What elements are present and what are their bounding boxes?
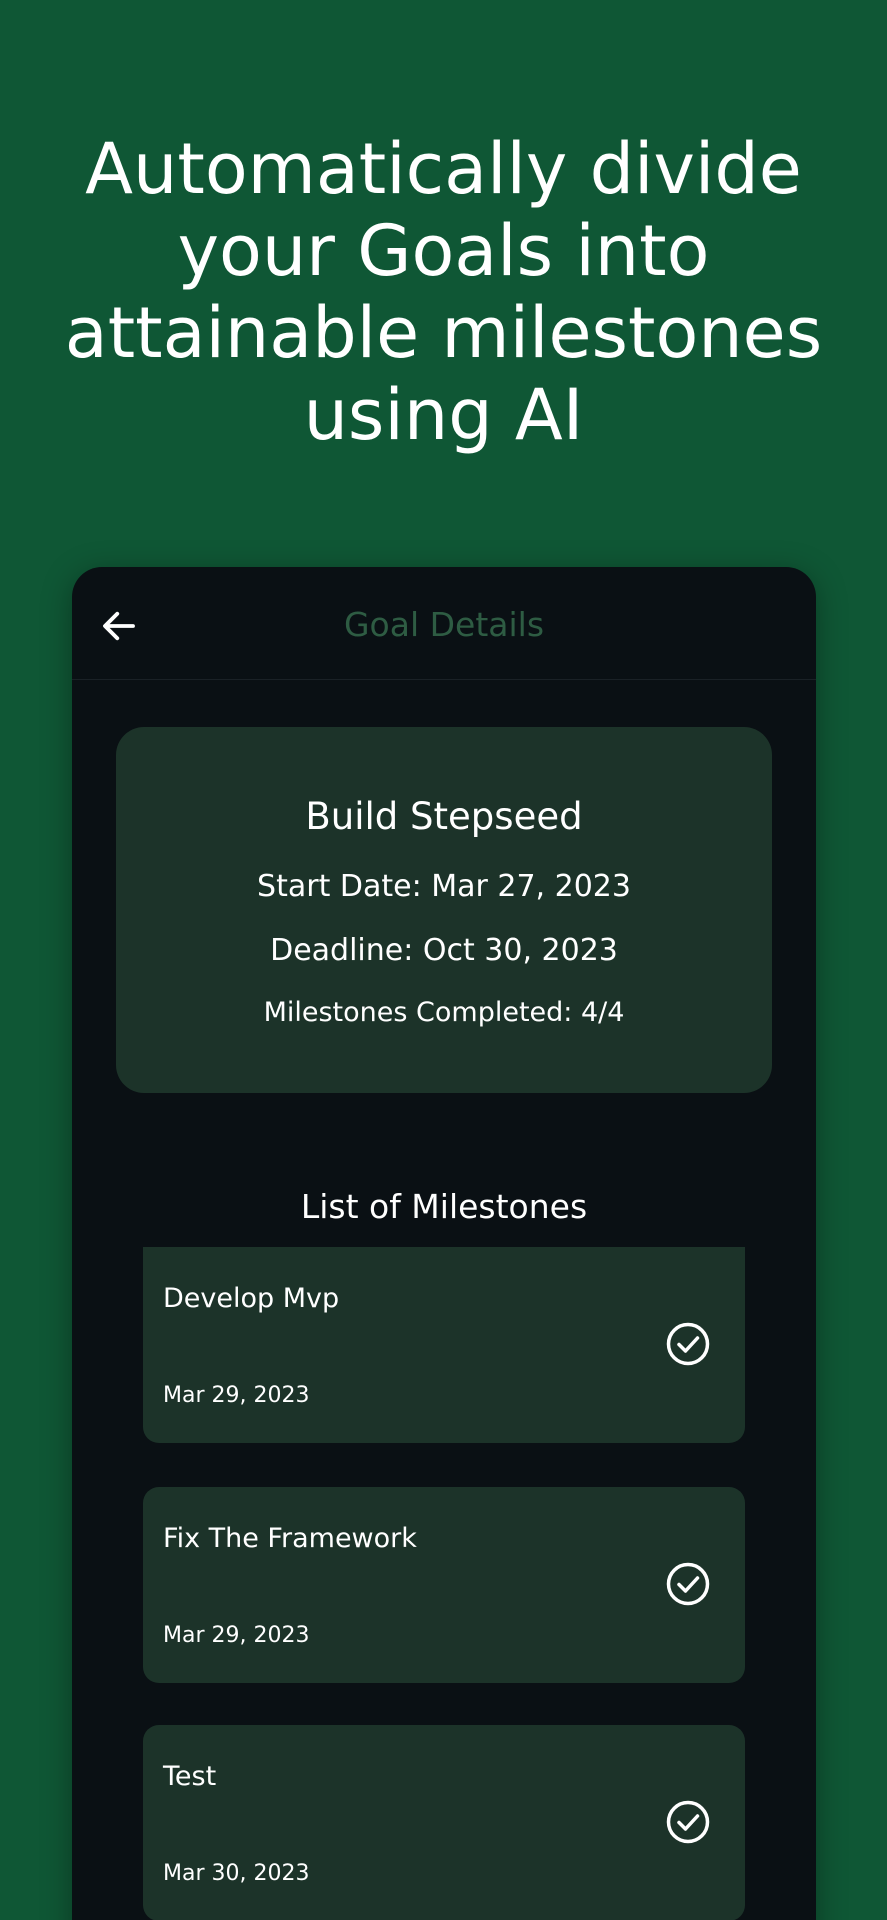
milestone-name: Develop Mvp — [163, 1283, 340, 1314]
check-circle-icon[interactable] — [665, 1561, 711, 1607]
milestone-name: Test — [163, 1761, 217, 1792]
goal-deadline: Deadline: Oct 30, 2023 — [270, 933, 618, 968]
milestone-item[interactable]: Test Mar 30, 2023 — [143, 1725, 745, 1920]
milestone-date: Mar 29, 2023 — [163, 1383, 310, 1408]
milestone-item[interactable]: Develop Mvp Mar 29, 2023 — [143, 1247, 745, 1443]
app-screen: Goal Details Build Stepseed Start Date: … — [72, 567, 816, 1920]
milestone-date: Mar 30, 2023 — [163, 1861, 310, 1886]
goal-title: Build Stepseed — [305, 795, 583, 838]
milestone-date: Mar 29, 2023 — [163, 1623, 310, 1648]
goal-milestones-completed: Milestones Completed: 4/4 — [263, 997, 625, 1028]
page-title: Goal Details — [343, 605, 545, 644]
goal-start-date: Start Date: Mar 27, 2023 — [257, 869, 631, 904]
milestone-item[interactable]: Fix The Framework Mar 29, 2023 — [143, 1487, 745, 1683]
check-circle-icon[interactable] — [665, 1321, 711, 1367]
check-circle-icon[interactable] — [665, 1799, 711, 1845]
goal-summary-card: Build Stepseed Start Date: Mar 27, 2023 … — [116, 727, 772, 1093]
milestones-section-title: List of Milestones — [300, 1187, 588, 1226]
app-bar: Goal Details — [72, 567, 816, 680]
milestone-name: Fix The Framework — [163, 1523, 417, 1554]
promo-headline: Automatically divide your Goals into att… — [64, 128, 823, 456]
